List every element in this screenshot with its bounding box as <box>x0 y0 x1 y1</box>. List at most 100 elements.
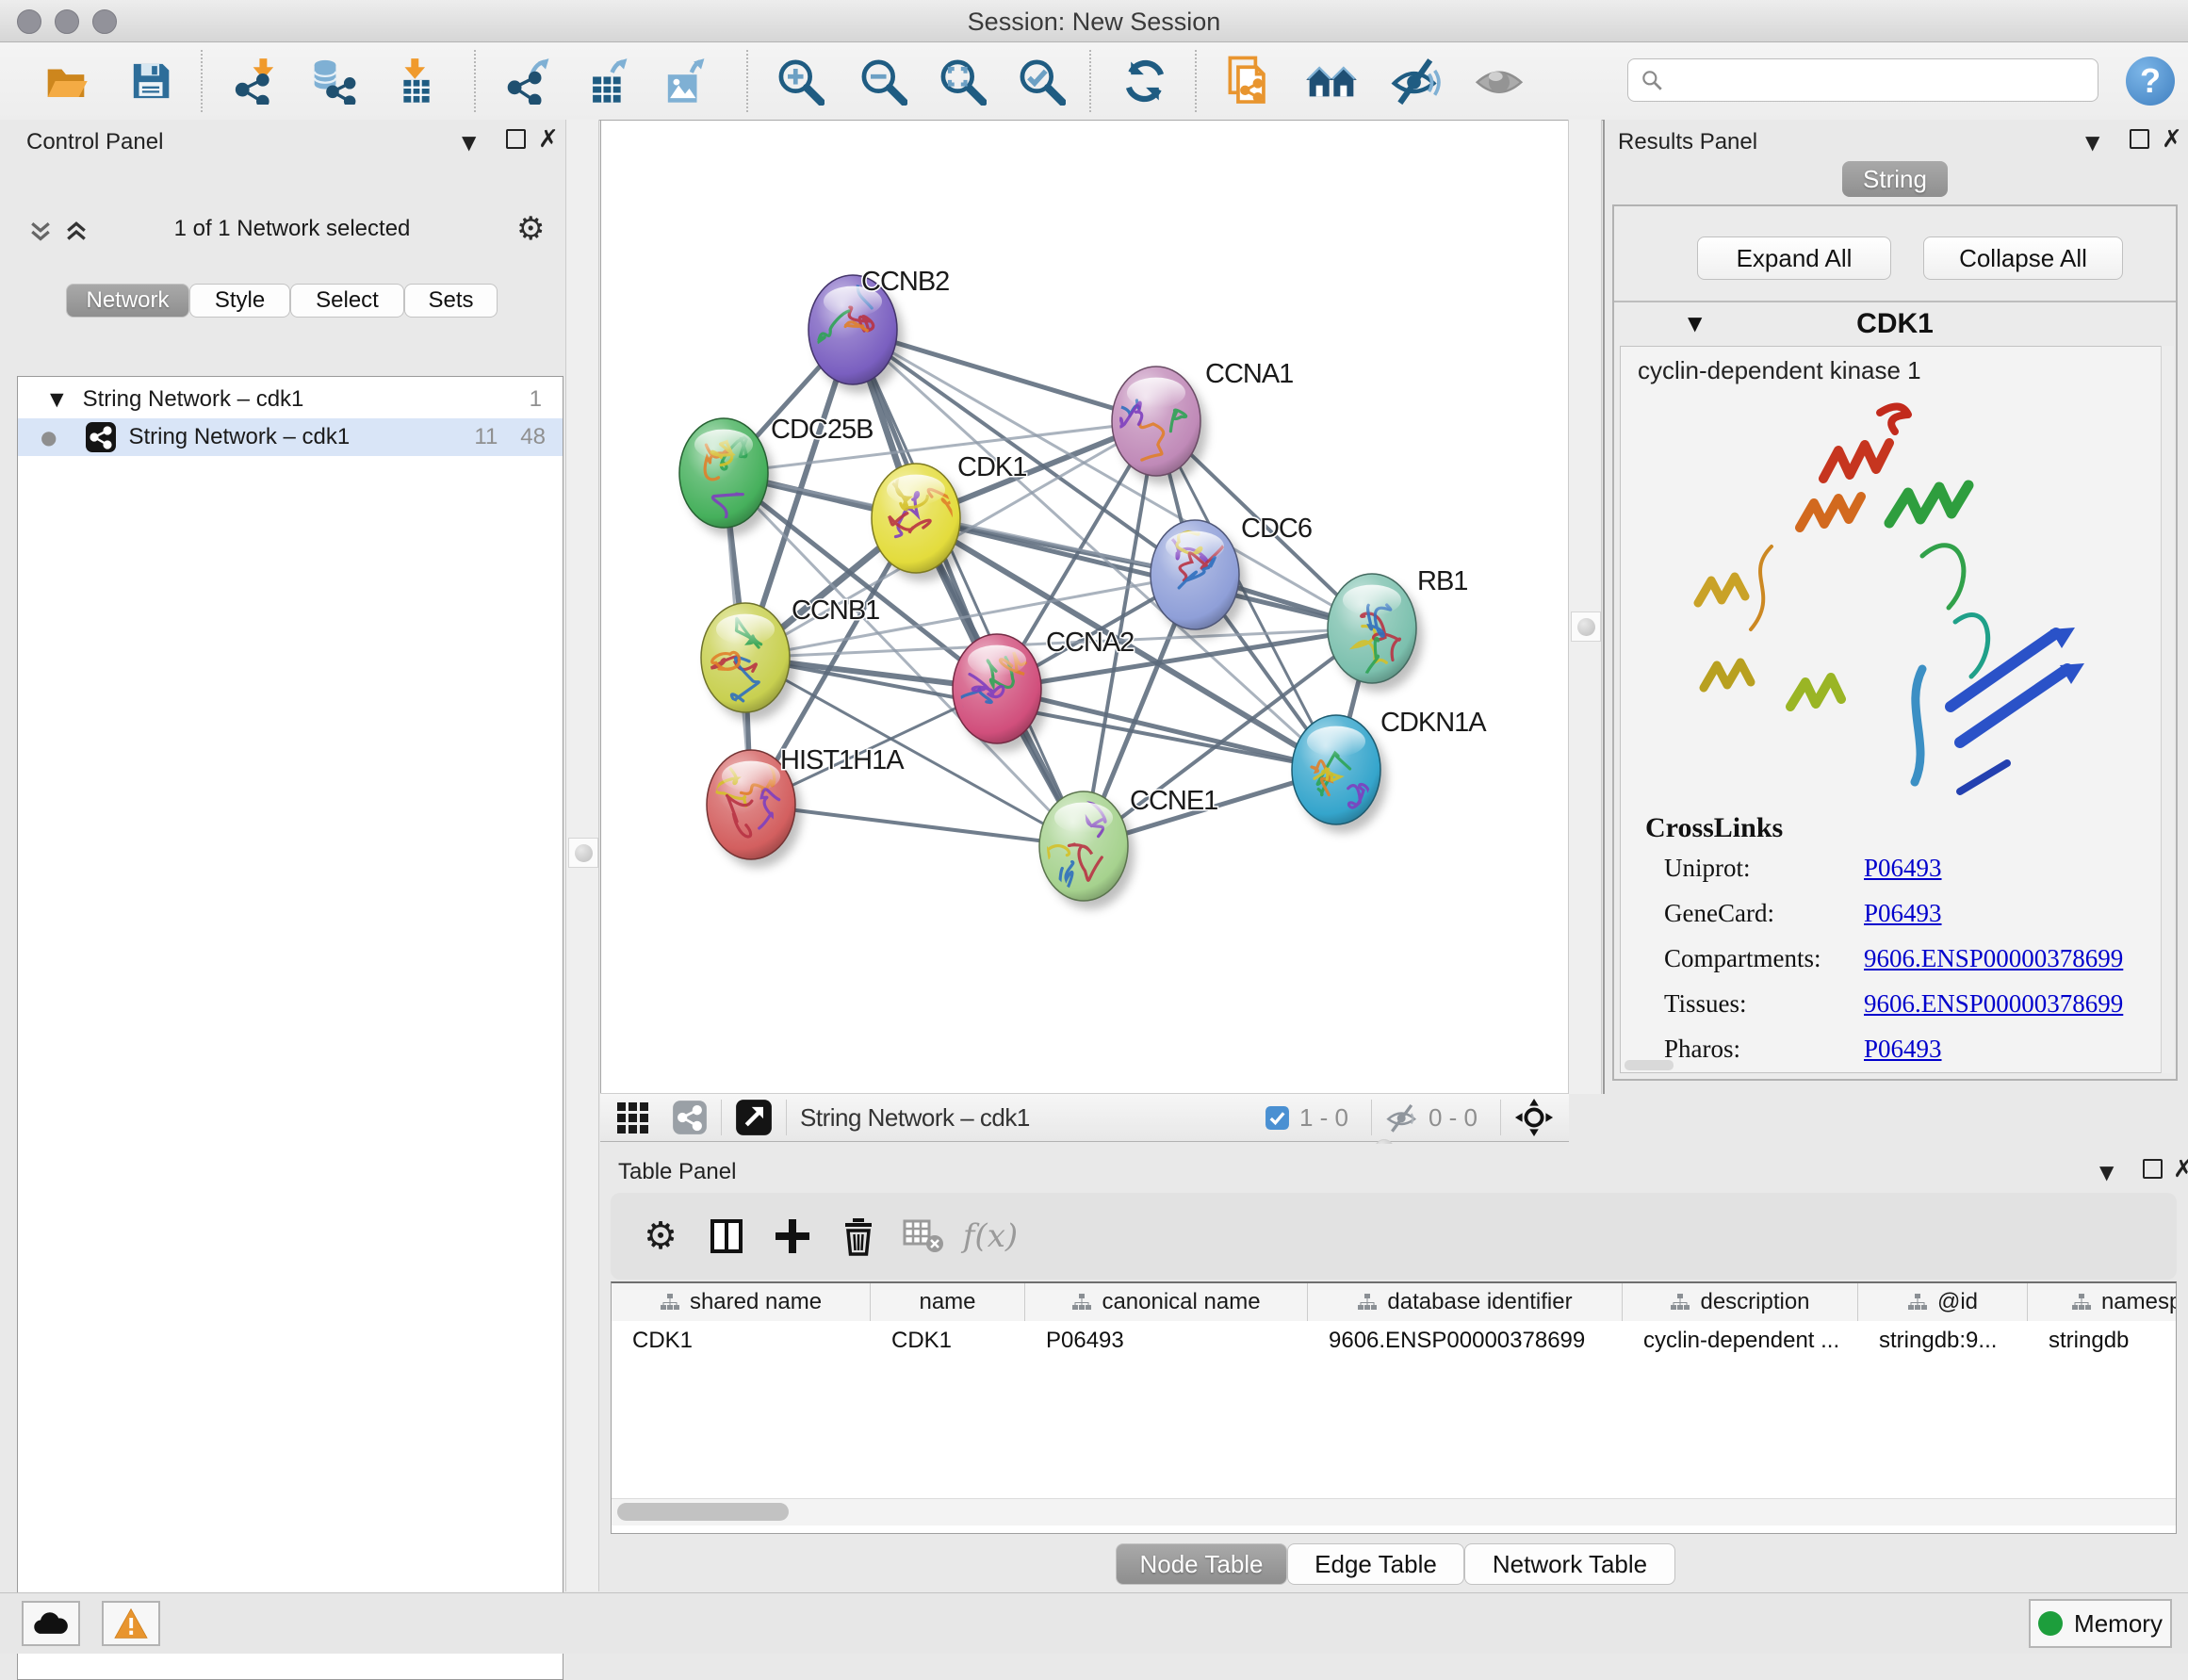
table-hscrollbar-thumb[interactable] <box>617 1503 789 1521</box>
tab-network[interactable]: Network <box>66 284 189 318</box>
network-canvas[interactable]: CCNB2CCNA1CDC25BCDK1CDC6RB1CCNB1CCNA2CDK… <box>600 121 1569 1093</box>
show-hide-icon[interactable] <box>1387 52 1445 110</box>
expand-all-button[interactable]: Expand All <box>1697 237 1891 280</box>
table-cell[interactable]: CDK1 <box>871 1321 1025 1361</box>
warning-status-button[interactable] <box>102 1601 160 1646</box>
expand-all-icon[interactable] <box>62 218 90 246</box>
node-CCNB1[interactable] <box>701 603 796 721</box>
table-cell[interactable]: P06493 <box>1025 1321 1308 1361</box>
selected-checkbox-icon[interactable] <box>1265 1105 1290 1131</box>
hidden-eye-icon[interactable] <box>1385 1101 1419 1134</box>
panel-close-icon[interactable]: ✗ <box>2162 127 2182 152</box>
delete-column-icon[interactable] <box>825 1208 891 1264</box>
panel-menu-icon[interactable]: ▼ <box>2099 1161 2114 1183</box>
crosslink-link[interactable]: P06493 <box>1864 1035 1942 1064</box>
cloud-status-button[interactable] <box>22 1601 80 1646</box>
tab-string[interactable]: String <box>1842 161 1948 197</box>
node-RB1[interactable] <box>1328 574 1423 692</box>
import-network-file-icon[interactable] <box>227 52 286 110</box>
left-splitter-handle[interactable] <box>568 838 598 868</box>
node-label-CDKN1A: CDKN1A <box>1380 708 1487 738</box>
column-header--id[interactable]: @id <box>1858 1283 2028 1321</box>
open-file-icon[interactable] <box>37 52 95 110</box>
crosslink-link[interactable]: P06493 <box>1864 854 1942 883</box>
network-collection-row[interactable]: ▼ String Network – cdk1 1 <box>18 381 563 418</box>
collapse-all-button[interactable]: Collapse All <box>1923 237 2123 280</box>
column-header-name[interactable]: name <box>871 1283 1025 1321</box>
panel-float-icon[interactable] <box>506 129 526 149</box>
save-session-icon[interactable] <box>122 52 180 110</box>
crosslink-label: Compartments: <box>1664 944 1864 973</box>
birdseye-view-icon[interactable] <box>735 1099 773 1136</box>
panel-float-icon[interactable] <box>2130 129 2149 149</box>
table-cell[interactable]: stringdb <box>2028 1321 2177 1361</box>
tab-node-table[interactable]: Node Table <box>1116 1543 1287 1585</box>
center-view-crosshair-icon[interactable] <box>1514 1098 1554 1137</box>
node-CDC25B[interactable] <box>679 418 775 539</box>
crosslink-link[interactable]: 9606.ENSP00000378699 <box>1864 989 2123 1019</box>
panel-close-icon[interactable]: ✗ <box>538 127 559 152</box>
panel-float-icon[interactable] <box>2143 1159 2163 1179</box>
import-table-file-icon[interactable] <box>387 52 446 110</box>
table-cell[interactable]: 9606.ENSP00000378699 <box>1308 1321 1623 1361</box>
refresh-icon[interactable] <box>1116 52 1174 110</box>
string-home-icon[interactable] <box>1302 52 1361 110</box>
export-network-icon[interactable] <box>500 52 559 110</box>
column-header-description[interactable]: description <box>1623 1283 1858 1321</box>
help-button[interactable]: ? <box>2126 57 2175 106</box>
node-CDC6[interactable] <box>1151 520 1246 638</box>
results-vscrollbar[interactable] <box>2161 346 2174 1073</box>
memory-button[interactable]: Memory <box>2029 1599 2172 1648</box>
table-settings-gear-icon[interactable]: ⚙ <box>628 1208 694 1264</box>
right-splitter-handle[interactable] <box>1571 612 1601 642</box>
panel-menu-icon[interactable]: ▼ <box>462 131 476 154</box>
network-selection-status: 1 of 1 Network selected <box>113 216 471 242</box>
add-column-icon[interactable] <box>759 1208 825 1264</box>
crosslink-link[interactable]: 9606.ENSP00000378699 <box>1864 944 2123 973</box>
tab-style[interactable]: Style <box>189 284 290 318</box>
column-header-database-identifier[interactable]: database identifier <box>1308 1283 1623 1321</box>
results-hscrollbar-thumb[interactable] <box>1625 1060 1674 1070</box>
tree-expand-caret-icon[interactable]: ▼ <box>50 389 64 410</box>
tab-edge-table[interactable]: Edge Table <box>1287 1543 1464 1585</box>
panel-close-icon[interactable]: ✗ <box>2173 1157 2188 1182</box>
node-CCNA2[interactable] <box>950 634 1048 752</box>
show-columns-icon[interactable] <box>694 1208 759 1264</box>
export-table-icon[interactable] <box>579 52 637 110</box>
search-icon <box>1640 68 1664 92</box>
node-label-CCNE1: CCNE1 <box>1130 786 1217 816</box>
table-cell[interactable]: CDK1 <box>612 1321 871 1361</box>
collapse-all-icon[interactable] <box>26 218 55 246</box>
tab-sets[interactable]: Sets <box>404 284 498 318</box>
grid-view-icon[interactable] <box>615 1101 649 1134</box>
network-share-icon[interactable] <box>672 1100 708 1135</box>
crosslink-link[interactable]: P06493 <box>1864 899 1942 928</box>
search-field[interactable] <box>1627 58 2098 102</box>
zoom-in-icon[interactable] <box>771 52 829 110</box>
table-cell[interactable]: stringdb:9... <box>1858 1321 2028 1361</box>
zoom-selected-icon[interactable] <box>1012 52 1070 110</box>
panel-menu-icon[interactable]: ▼ <box>2085 131 2099 154</box>
node-label-CDC25B: CDC25B <box>771 415 873 445</box>
node-CDKN1A[interactable] <box>1292 715 1387 833</box>
network-options-gear-icon[interactable]: ⚙ <box>516 210 545 248</box>
column-header-shared-name[interactable]: shared name <box>612 1283 871 1321</box>
table-cell[interactable]: cyclin-dependent ... <box>1623 1321 1858 1361</box>
tab-network-table[interactable]: Network Table <box>1464 1543 1675 1585</box>
zoom-fit-icon[interactable] <box>933 52 991 110</box>
node-CDK1[interactable] <box>872 464 967 581</box>
column-header-canonical-name[interactable]: canonical name <box>1025 1283 1308 1321</box>
network-row[interactable]: ● String Network – cdk1 11 48 <box>18 418 563 456</box>
search-input[interactable] <box>1664 66 2064 94</box>
table-hscrollbar[interactable] <box>612 1498 2176 1525</box>
tab-select[interactable]: Select <box>290 284 404 318</box>
control-panel: Control Panel ▼ ✗ Network Style Select S… <box>0 120 565 1591</box>
zoom-out-icon[interactable] <box>854 52 912 110</box>
node-CCNA1[interactable] <box>1103 367 1207 484</box>
import-network-database-icon[interactable] <box>303 52 362 110</box>
left-splitter[interactable] <box>565 120 599 1591</box>
export-image-icon[interactable] <box>656 52 714 110</box>
right-splitter[interactable] <box>1568 120 1602 1094</box>
string-import-icon[interactable] <box>1219 52 1278 110</box>
column-header-namespace[interactable]: namespace <box>2028 1283 2177 1321</box>
